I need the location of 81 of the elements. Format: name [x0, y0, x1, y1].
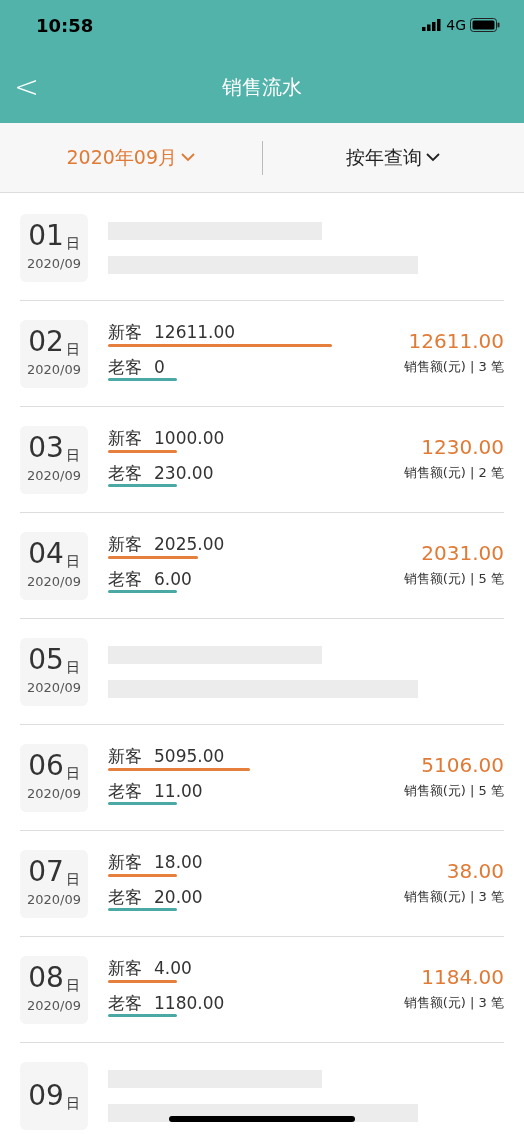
sales-summary: 销售额(元) | 3 笔 [403, 993, 504, 1012]
day-number: 01 [28, 221, 64, 250]
battery-icon [470, 18, 500, 32]
month-label: 2020/09 [27, 254, 81, 273]
sales-summary: 销售额(元) | 3 笔 [403, 357, 504, 376]
back-button[interactable]: < [10, 71, 44, 102]
sales-summary: 销售额(元) | 5 笔 [403, 569, 504, 588]
month-label: 2020/09 [27, 996, 81, 1015]
customer-amount: 230.00 [154, 462, 214, 484]
customer-amount: 1000.00 [154, 428, 225, 450]
customer-amount: 12611.00 [154, 322, 236, 344]
amount-bar [108, 483, 177, 487]
amount-bar [108, 801, 177, 805]
day-unit: 日 [65, 659, 80, 674]
day-unit: 日 [65, 341, 80, 356]
month-label: 2020/09 [27, 466, 81, 485]
customer-amount: 1180.00 [154, 992, 225, 1014]
customer-amount: 4.00 [154, 958, 192, 980]
customer-label: 老客 [108, 780, 142, 802]
customer-amount: 0 [154, 356, 165, 378]
month-label: 2020/09 [27, 572, 81, 591]
day-unit: 日 [65, 235, 80, 250]
month-label: 2020/09 [27, 360, 81, 379]
customer-label: 老客 [108, 568, 142, 590]
customer-amount: 11.00 [154, 780, 203, 802]
page-title: 销售流水 [222, 73, 302, 101]
customer-label: 老客 [108, 356, 142, 378]
amount-bar [108, 377, 177, 381]
status-time: 10:58 [36, 13, 94, 38]
day-number: 09 [28, 1081, 64, 1110]
month-label: 2020/09 [27, 890, 81, 909]
day-number: 05 [28, 645, 64, 674]
day-unit: 日 [65, 765, 80, 780]
amount-bar [108, 1013, 177, 1017]
sales-total: 5106.00 [421, 754, 504, 775]
chevron-down-icon [426, 153, 441, 162]
customer-label: 新客 [108, 322, 142, 344]
customer-amount: 6.00 [154, 568, 192, 590]
customer-label: 新客 [108, 852, 142, 874]
amount-bar [108, 449, 177, 453]
day-number: 06 [28, 751, 64, 780]
customer-label: 老客 [108, 992, 142, 1014]
sales-summary: 销售额(元) | 3 笔 [403, 887, 504, 906]
customer-amount: 5095.00 [154, 746, 225, 768]
amount-bar [108, 907, 177, 911]
signal-icon [422, 19, 443, 31]
day-unit: 日 [65, 977, 80, 992]
network-label: 4G [446, 15, 466, 35]
day-number: 03 [28, 433, 64, 462]
amount-bar [108, 979, 177, 983]
day-number: 08 [28, 963, 64, 992]
day-unit: 日 [65, 871, 80, 886]
day-number: 04 [28, 539, 64, 568]
month-label: 2020/09 [27, 784, 81, 803]
amount-bar [108, 873, 177, 877]
sales-total: 1184.00 [421, 966, 504, 987]
sales-total: 38.00 [446, 860, 504, 881]
filter-dropdown[interactable]: 按年查询 [346, 143, 441, 172]
amount-bar [108, 589, 177, 593]
sales-total: 2031.00 [421, 542, 504, 563]
customer-label: 老客 [108, 886, 142, 908]
day-unit: 日 [65, 553, 80, 568]
customer-amount: 20.00 [154, 886, 203, 908]
filter-dropdown[interactable]: 2020年09月 [66, 143, 195, 172]
sales-summary: 销售额(元) | 2 笔 [403, 463, 504, 482]
customer-label: 新客 [108, 428, 142, 450]
customer-label: 新客 [108, 746, 142, 768]
month-label: 2020/09 [27, 678, 81, 697]
day-number: 02 [28, 327, 64, 356]
sales-total: 12611.00 [408, 330, 504, 351]
customer-label: 新客 [108, 534, 142, 556]
day-number: 07 [28, 857, 64, 886]
sales-total: 1230.00 [421, 436, 504, 457]
customer-label: 老客 [108, 462, 142, 484]
customer-amount: 2025.00 [154, 534, 225, 556]
sales-summary: 销售额(元) | 5 笔 [403, 781, 504, 800]
customer-label: 新客 [108, 958, 142, 980]
customer-amount: 18.00 [154, 852, 203, 874]
chevron-down-icon [181, 153, 195, 162]
day-unit: 日 [65, 1095, 80, 1110]
day-unit: 日 [65, 447, 80, 462]
